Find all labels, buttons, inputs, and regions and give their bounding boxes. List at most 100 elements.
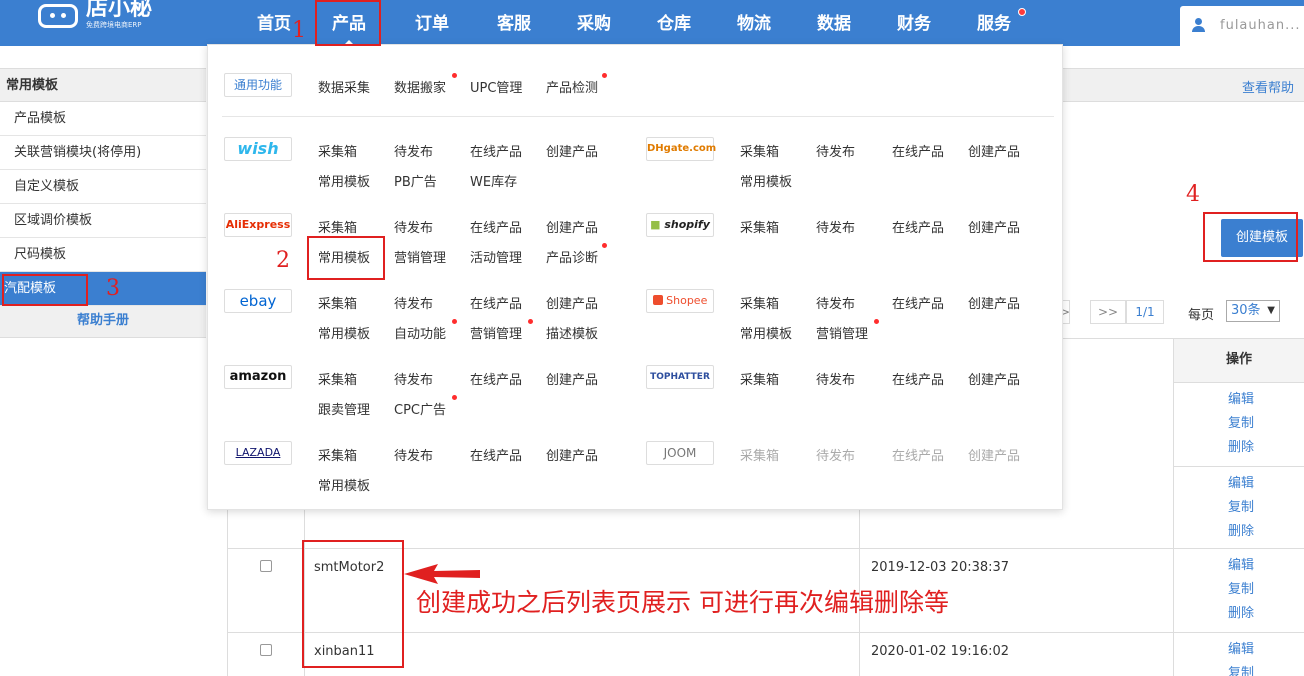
created-time: 2019-12-03 20:38:37	[871, 560, 1010, 575]
shopee-templates[interactable]: 常用模板	[740, 323, 792, 342]
ebay-online-products[interactable]: 在线产品	[470, 293, 522, 312]
ebay-collection-box[interactable]: 采集箱	[318, 293, 357, 312]
amazon-create-product[interactable]: 创建产品	[546, 369, 598, 388]
copy-link[interactable]: 复制	[1228, 578, 1254, 602]
amazon-online-products[interactable]: 在线产品	[470, 369, 522, 388]
amazon-cpc-ads[interactable]: CPC广告	[394, 399, 446, 418]
ebay-pending[interactable]: 待发布	[394, 293, 433, 312]
tophatter-badge: TOPHATTER	[646, 365, 714, 389]
shopee-create-product[interactable]: 创建产品	[968, 293, 1020, 312]
copy-link[interactable]: 复制	[1228, 496, 1254, 520]
ebay-description-template[interactable]: 描述模板	[546, 323, 598, 342]
shopify-online-products[interactable]: 在线产品	[892, 217, 944, 236]
tophatter-online-products[interactable]: 在线产品	[892, 369, 944, 388]
amazon-follow-sell[interactable]: 跟卖管理	[318, 399, 370, 418]
amazon-collection-box[interactable]: 采集箱	[318, 369, 357, 388]
nav-customer-service[interactable]: 客服	[494, 0, 534, 46]
menu-upc-management[interactable]: UPC管理	[470, 77, 522, 96]
aliexpress-marketing[interactable]: 营销管理	[394, 247, 446, 266]
wish-pb-ads[interactable]: PB广告	[394, 171, 437, 190]
lazada-collection-box[interactable]: 采集箱	[318, 445, 357, 464]
edit-link[interactable]: 编辑	[1228, 388, 1254, 412]
lazada-templates[interactable]: 常用模板	[318, 475, 370, 494]
nav-purchase[interactable]: 采购	[574, 0, 614, 46]
dhgate-collection-box[interactable]: 采集箱	[740, 141, 779, 160]
wish-templates[interactable]: 常用模板	[318, 171, 370, 190]
help-strip: 查看帮助	[1060, 68, 1304, 102]
dhgate-templates[interactable]: 常用模板	[740, 171, 792, 190]
nav-data[interactable]: 数据	[814, 0, 854, 46]
sidebar-item-size-template[interactable]: 尺码模板	[0, 238, 206, 272]
sidebar-item-product-template[interactable]: 产品模板	[0, 102, 206, 136]
row-checkbox[interactable]	[260, 644, 272, 656]
edit-link[interactable]: 编辑	[1228, 472, 1254, 496]
dhgate-pending[interactable]: 待发布	[816, 141, 855, 160]
wish-collection-box[interactable]: 采集箱	[318, 141, 357, 160]
amazon-pending[interactable]: 待发布	[394, 369, 433, 388]
ebay-automation[interactable]: 自动功能	[394, 323, 446, 342]
sidebar-item-regional-pricing[interactable]: 区域调价模板	[0, 204, 206, 238]
shopify-create-product[interactable]: 创建产品	[968, 217, 1020, 236]
app-logo[interactable]: 店小秘 免费跨境电商ERP	[38, 0, 152, 30]
delete-link[interactable]: 删除	[1228, 436, 1254, 460]
aliexpress-activities[interactable]: 活动管理	[470, 247, 522, 266]
step-number: 3	[106, 276, 120, 301]
dhgate-online-products[interactable]: 在线产品	[892, 141, 944, 160]
row-operations: 编辑 复制 删除	[1228, 554, 1254, 626]
nav-services-dot	[1018, 8, 1026, 16]
copy-link[interactable]: 复制	[1228, 412, 1254, 436]
sidebar-item-custom-template[interactable]: 自定义模板	[0, 170, 206, 204]
last-page-button[interactable]: >>	[1090, 300, 1126, 324]
user-name: fulauhan...	[1220, 18, 1301, 33]
menu-data-migration[interactable]: 数据搬家	[394, 77, 446, 96]
menu-product-check[interactable]: 产品检测	[546, 77, 598, 96]
wish-pending[interactable]: 待发布	[394, 141, 433, 160]
ebay-templates[interactable]: 常用模板	[318, 323, 370, 342]
shopee-marketing[interactable]: 营销管理	[816, 323, 868, 342]
edit-link[interactable]: 编辑	[1228, 554, 1254, 578]
lazada-online-products[interactable]: 在线产品	[470, 445, 522, 464]
dhgate-create-product[interactable]: 创建产品	[968, 141, 1020, 160]
user-menu[interactable]: fulauhan...	[1180, 6, 1304, 46]
row-operations: 编辑 复制 删除	[1228, 472, 1254, 544]
sidebar-item-related-marketing[interactable]: 关联营销模块(将停用)	[0, 136, 206, 170]
wish-we-stock[interactable]: WE库存	[470, 171, 517, 190]
lazada-pending[interactable]: 待发布	[394, 445, 433, 464]
new-dot	[874, 319, 879, 324]
delete-link[interactable]: 删除	[1228, 520, 1254, 544]
nav-logistics[interactable]: 物流	[734, 0, 774, 46]
row-checkbox[interactable]	[260, 560, 272, 572]
lazada-create-product[interactable]: 创建产品	[546, 445, 598, 464]
tophatter-create-product[interactable]: 创建产品	[968, 369, 1020, 388]
nav-orders[interactable]: 订单	[412, 0, 452, 46]
copy-link[interactable]: 复制	[1228, 662, 1254, 676]
nav-finance[interactable]: 财务	[894, 0, 934, 46]
help-manual-link[interactable]: 帮助手册	[0, 306, 206, 338]
aliexpress-diagnosis[interactable]: 产品诊断	[546, 247, 598, 266]
menu-data-collection[interactable]: 数据采集	[318, 77, 370, 96]
wish-create-product[interactable]: 创建产品	[546, 141, 598, 160]
aliexpress-collection-box[interactable]: 采集箱	[318, 217, 357, 236]
shopee-badge: Shopee	[646, 289, 714, 313]
nav-home[interactable]: 首页	[254, 0, 294, 46]
ebay-create-product[interactable]: 创建产品	[546, 293, 598, 312]
shopify-pending[interactable]: 待发布	[816, 217, 855, 236]
wish-online-products[interactable]: 在线产品	[470, 141, 522, 160]
edit-link[interactable]: 编辑	[1228, 638, 1254, 662]
aliexpress-online-products[interactable]: 在线产品	[470, 217, 522, 236]
delete-link[interactable]: 删除	[1228, 602, 1254, 626]
view-help-link[interactable]: 查看帮助	[1242, 77, 1294, 96]
tophatter-collection-box[interactable]: 采集箱	[740, 369, 779, 388]
shopee-collection-box[interactable]: 采集箱	[740, 293, 779, 312]
tophatter-pending[interactable]: 待发布	[816, 369, 855, 388]
shopee-online-products[interactable]: 在线产品	[892, 293, 944, 312]
aliexpress-create-product[interactable]: 创建产品	[546, 217, 598, 236]
nav-warehouse[interactable]: 仓库	[654, 0, 694, 46]
shopify-collection-box[interactable]: 采集箱	[740, 217, 779, 236]
shopee-pending[interactable]: 待发布	[816, 293, 855, 312]
per-page-select[interactable]: 30条 ▼	[1226, 300, 1280, 322]
highlight-box-template-names	[302, 540, 404, 668]
aliexpress-pending[interactable]: 待发布	[394, 217, 433, 236]
nav-services[interactable]: 服务	[974, 0, 1014, 46]
ebay-marketing[interactable]: 营销管理	[470, 323, 522, 342]
